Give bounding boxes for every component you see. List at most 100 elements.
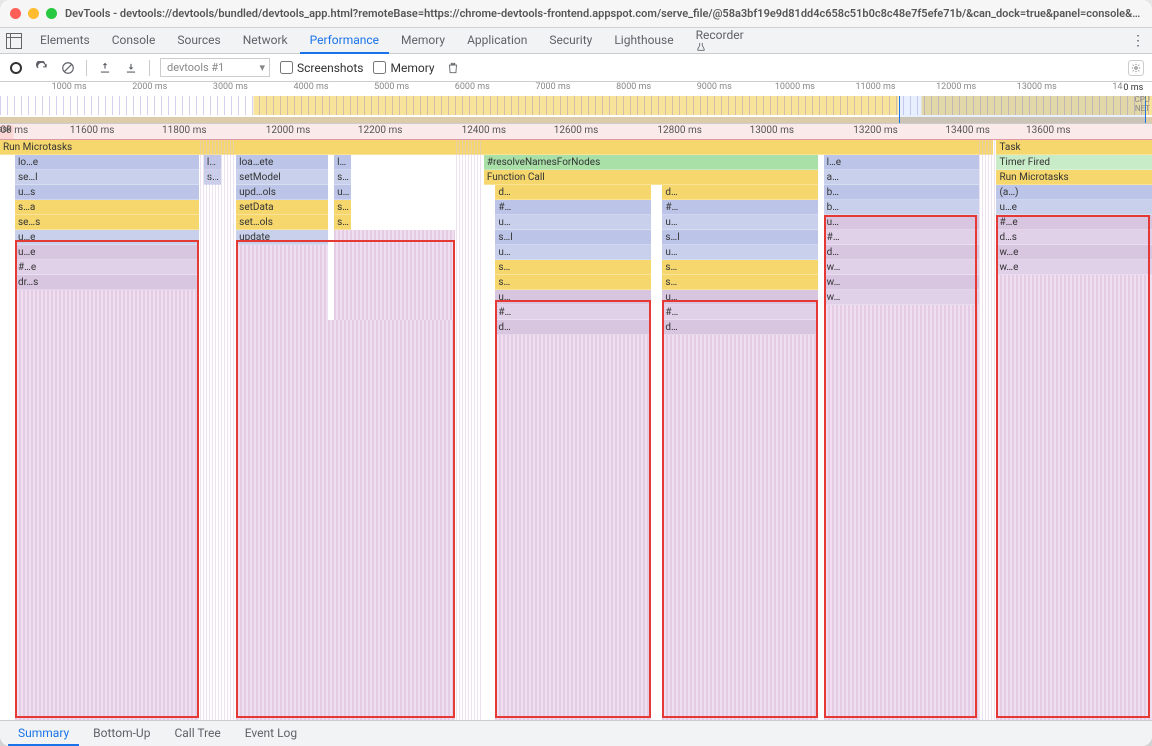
flame-ruler[interactable]: Task 400 ms 11600 ms 11800 ms 12000 ms 1… <box>0 124 1152 140</box>
minimize-window-button[interactable] <box>28 8 39 19</box>
overview-timeline[interactable]: 1000 ms 2000 ms 3000 ms 4000 ms 5000 ms … <box>0 82 1152 124</box>
flame-entry[interactable]: update <box>236 230 328 245</box>
flame-deep[interactable] <box>996 275 1152 720</box>
tab-elements[interactable]: Elements <box>30 28 100 54</box>
flame-chart[interactable]: Run Microtasks Task Timer Fired Run Micr… <box>0 140 1152 720</box>
flame-entry[interactable]: s…a <box>15 200 199 215</box>
more-menu-icon[interactable]: ⋮ <box>1130 33 1146 49</box>
flame-entry[interactable]: d… <box>495 185 651 200</box>
flame-entry[interactable]: #… <box>662 305 818 320</box>
flame-entry[interactable]: s… <box>495 260 651 275</box>
record-button[interactable] <box>8 60 24 76</box>
flame-entry[interactable]: b… <box>824 185 980 200</box>
tab-security[interactable]: Security <box>539 28 602 54</box>
flame-entry[interactable]: #… <box>495 305 651 320</box>
close-window-button[interactable] <box>10 8 21 19</box>
reload-record-button[interactable] <box>34 60 50 76</box>
tab-memory[interactable]: Memory <box>391 28 455 54</box>
flame-entry[interactable]: s…l <box>495 230 651 245</box>
flame-entry[interactable]: w…e <box>996 245 1152 260</box>
flame-deep[interactable] <box>15 290 199 720</box>
flame-entry[interactable]: w… <box>824 260 980 275</box>
flame-entry[interactable]: #… <box>824 230 980 245</box>
flame-entry[interactable]: u… <box>334 185 351 200</box>
tab-summary[interactable]: Summary <box>8 722 79 746</box>
flame-entry[interactable]: l…e <box>824 155 980 170</box>
flame-entry[interactable]: se…s <box>15 215 199 230</box>
tab-performance[interactable]: Performance <box>300 28 389 54</box>
upload-profile-button[interactable] <box>97 60 113 76</box>
flame-entry[interactable]: d…s <box>996 230 1152 245</box>
flame-entry[interactable]: #… <box>495 200 651 215</box>
flame-entry[interactable]: u… <box>662 290 818 305</box>
flame-entry[interactable]: d… <box>495 320 651 335</box>
flame-entry[interactable]: u… <box>824 215 980 230</box>
flame-entry[interactable]: d… <box>662 320 818 335</box>
flame-entry[interactable]: u… <box>495 290 651 305</box>
delete-profile-button[interactable] <box>445 60 461 76</box>
flame-entry[interactable]: #…e <box>996 215 1152 230</box>
tab-call-tree[interactable]: Call Tree <box>164 722 230 746</box>
tab-sources[interactable]: Sources <box>167 28 230 54</box>
flame-entry[interactable]: set…ols <box>236 215 328 230</box>
tab-event-log[interactable]: Event Log <box>235 722 307 746</box>
flame-entry[interactable]: loa…ete <box>236 155 328 170</box>
tab-bottom-up[interactable]: Bottom-Up <box>83 722 160 746</box>
flame-entry[interactable]: #…e <box>15 260 199 275</box>
flame-entry[interactable]: b… <box>824 200 980 215</box>
flame-entry[interactable]: u… <box>495 245 651 260</box>
flame-entry[interactable]: u… <box>662 245 818 260</box>
flame-entry[interactable]: u…e <box>15 245 199 260</box>
flame-entry[interactable]: dr…s <box>15 275 199 290</box>
flame-entry[interactable]: Task <box>996 140 1152 155</box>
flame-entry[interactable]: s… <box>334 200 351 215</box>
download-profile-button[interactable] <box>123 60 139 76</box>
flame-entry[interactable]: setData <box>236 200 328 215</box>
flame-entry[interactable]: d… <box>824 245 980 260</box>
flame-entry[interactable]: s… <box>334 215 351 230</box>
profile-selector[interactable]: devtools #1 <box>160 58 270 77</box>
tab-lighthouse[interactable]: Lighthouse <box>604 28 683 54</box>
tab-console[interactable]: Console <box>102 28 166 54</box>
flame-deep[interactable] <box>334 230 455 320</box>
flame-entry[interactable]: a… <box>824 170 980 185</box>
flame-entry[interactable]: s… <box>662 260 818 275</box>
settings-button[interactable] <box>1128 60 1144 76</box>
flame-entry[interactable]: lo…e <box>15 155 199 170</box>
maximize-window-button[interactable] <box>46 8 57 19</box>
flame-entry[interactable]: u…e <box>15 230 199 245</box>
flame-entry[interactable]: s…l <box>662 230 818 245</box>
flame-entry[interactable]: Timer Fired <box>996 155 1152 170</box>
flame-entry[interactable]: (a…) <box>996 185 1152 200</box>
flame-entry[interactable]: #resolveNamesForNodes <box>484 155 818 170</box>
flame-entry[interactable]: u…e <box>996 200 1152 215</box>
flame-deep[interactable] <box>824 305 980 720</box>
flame-entry[interactable]: s…l <box>334 170 351 185</box>
flame-entry[interactable]: l… <box>334 155 351 170</box>
flame-deep[interactable] <box>236 320 455 720</box>
overview-tracks[interactable]: 0 ms CPU NET <box>0 96 1152 123</box>
inspect-icon[interactable] <box>6 33 22 49</box>
flame-entry[interactable]: Run Microtasks <box>996 170 1152 185</box>
flame-deep[interactable] <box>662 335 818 720</box>
flame-entry[interactable]: d… <box>662 185 818 200</box>
flame-entry[interactable]: w… <box>824 275 980 290</box>
tab-network[interactable]: Network <box>233 28 298 54</box>
flame-entry[interactable]: u… <box>662 215 818 230</box>
flame-entry[interactable]: w… <box>824 290 980 305</box>
flame-entry[interactable]: u… <box>495 215 651 230</box>
flame-entry[interactable]: u…s <box>15 185 199 200</box>
flame-entry[interactable]: se…l <box>15 170 199 185</box>
flame-deep[interactable] <box>495 335 651 720</box>
screenshots-checkbox[interactable]: Screenshots <box>280 61 363 75</box>
flame-entry[interactable]: setModel <box>236 170 328 185</box>
tab-application[interactable]: Application <box>457 28 537 54</box>
flame-entry[interactable]: s… <box>495 275 651 290</box>
flame-deep[interactable] <box>236 245 328 320</box>
clear-button[interactable] <box>60 60 76 76</box>
flame-entry[interactable]: #… <box>662 200 818 215</box>
flame-entry[interactable]: w…e <box>996 260 1152 275</box>
flame-entry[interactable]: Run Microtasks <box>0 140 993 155</box>
flame-entry[interactable]: upd…ols <box>236 185 328 200</box>
overview-selection[interactable]: 0 ms <box>899 96 1147 123</box>
